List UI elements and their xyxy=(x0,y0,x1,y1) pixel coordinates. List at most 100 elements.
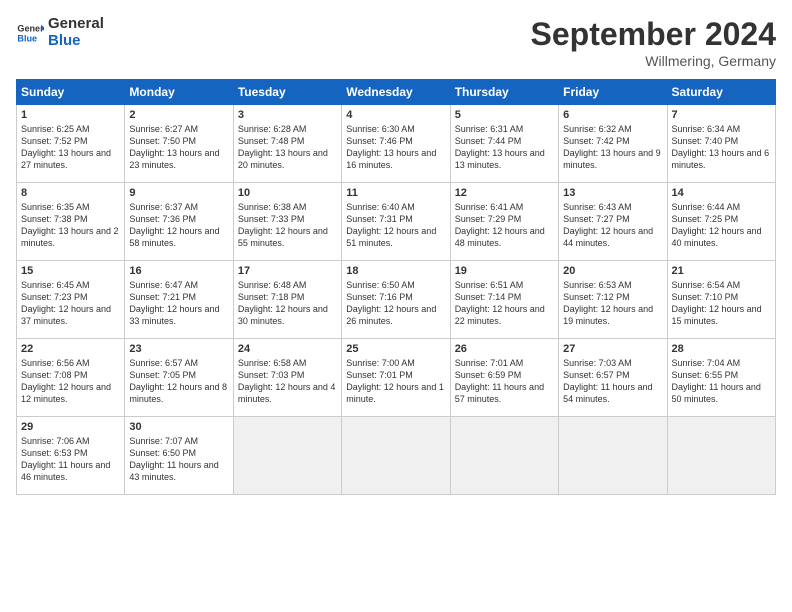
table-row: 16Sunrise: 6:47 AMSunset: 7:21 PMDayligh… xyxy=(125,261,233,339)
table-row: 27Sunrise: 7:03 AMSunset: 6:57 PMDayligh… xyxy=(559,339,667,417)
logo-blue: Blue xyxy=(48,33,104,50)
table-row: 26 Sunrise: 7:01 AMSunset: 6:59 PMDayligh… xyxy=(450,339,558,417)
col-thursday: Thursday xyxy=(450,80,558,105)
day-number: 27 xyxy=(563,343,662,355)
calendar-row: 1 Sunrise: 6:25 AMSunset: 7:52 PMDaylight… xyxy=(17,105,776,183)
calendar-row: 22 Sunrise: 6:56 AMSunset: 7:08 PMDayligh… xyxy=(17,339,776,417)
calendar-row: 8 Sunrise: 6:35 AMSunset: 7:38 PMDaylight… xyxy=(17,183,776,261)
cell-content: Sunrise: 6:41 AMSunset: 7:29 PMDaylight:… xyxy=(455,202,545,248)
day-number: 19 xyxy=(455,265,554,277)
table-row: 2 Sunrise: 6:27 AMSunset: 7:50 PMDaylight… xyxy=(125,105,233,183)
month-title: September 2024 xyxy=(531,16,776,53)
col-friday: Friday xyxy=(559,80,667,105)
table-row xyxy=(559,417,667,495)
table-row: 9Sunrise: 6:37 AMSunset: 7:36 PMDaylight… xyxy=(125,183,233,261)
day-number: 1 xyxy=(21,109,120,121)
svg-text:Blue: Blue xyxy=(17,33,37,43)
day-number: 18 xyxy=(346,265,445,277)
table-row xyxy=(450,417,558,495)
day-number: 2 xyxy=(129,109,228,121)
day-number: 14 xyxy=(672,187,771,199)
logo-general: General xyxy=(48,16,104,33)
table-row: 25 Sunrise: 7:00 AMSunset: 7:01 PMDayligh… xyxy=(342,339,450,417)
day-number: 7 xyxy=(672,109,771,121)
table-row: 14 Sunrise: 6:44 AMSunset: 7:25 PMDayligh… xyxy=(667,183,775,261)
table-row: 3Sunrise: 6:28 AMSunset: 7:48 PMDaylight… xyxy=(233,105,341,183)
cell-content: Sunrise: 7:06 AMSunset: 6:53 PMDaylight:… xyxy=(21,436,110,482)
logo: General Blue General Blue xyxy=(16,16,104,49)
cell-content: Sunrise: 6:45 AMSunset: 7:23 PMDaylight:… xyxy=(21,280,111,326)
cell-content: Sunrise: 6:25 AMSunset: 7:52 PMDaylight:… xyxy=(21,124,111,170)
day-number: 6 xyxy=(563,109,662,121)
day-number: 26 xyxy=(455,343,554,355)
day-number: 25 xyxy=(346,343,445,355)
cell-content: Sunrise: 6:35 AMSunset: 7:38 PMDaylight:… xyxy=(21,202,119,248)
table-row: 19 Sunrise: 6:51 AMSunset: 7:14 PMDayligh… xyxy=(450,261,558,339)
cell-content: Sunrise: 6:54 AMSunset: 7:10 PMDaylight:… xyxy=(672,280,762,326)
table-row: 30Sunrise: 7:07 AMSunset: 6:50 PMDayligh… xyxy=(125,417,233,495)
table-row: 24 Sunrise: 6:58 AMSunset: 7:03 PMDayligh… xyxy=(233,339,341,417)
subtitle: Willmering, Germany xyxy=(531,53,776,69)
table-row: 17Sunrise: 6:48 AMSunset: 7:18 PMDayligh… xyxy=(233,261,341,339)
table-row: 7 Sunrise: 6:34 AMSunset: 7:40 PMDaylight… xyxy=(667,105,775,183)
cell-content: Sunrise: 6:40 AMSunset: 7:31 PMDaylight:… xyxy=(346,202,436,248)
cell-content: Sunrise: 6:34 AMSunset: 7:40 PMDaylight:… xyxy=(672,124,770,170)
table-row: 10Sunrise: 6:38 AMSunset: 7:33 PMDayligh… xyxy=(233,183,341,261)
day-number: 29 xyxy=(21,421,120,433)
svg-text:General: General xyxy=(17,23,44,33)
table-row: 15 Sunrise: 6:45 AMSunset: 7:23 PMDayligh… xyxy=(17,261,125,339)
cell-content: Sunrise: 7:01 AMSunset: 6:59 PMDaylight:… xyxy=(455,358,544,404)
col-wednesday: Wednesday xyxy=(342,80,450,105)
day-number: 16 xyxy=(129,265,228,277)
cell-content: Sunrise: 7:00 AMSunset: 7:01 PMDaylight:… xyxy=(346,358,444,404)
col-sunday: Sunday xyxy=(17,80,125,105)
day-number: 11 xyxy=(346,187,445,199)
calendar-row: 15 Sunrise: 6:45 AMSunset: 7:23 PMDayligh… xyxy=(17,261,776,339)
table-row: 13Sunrise: 6:43 AMSunset: 7:27 PMDayligh… xyxy=(559,183,667,261)
calendar-table: Sunday Monday Tuesday Wednesday Thursday… xyxy=(16,79,776,495)
table-row: 5 Sunrise: 6:31 AMSunset: 7:44 PMDaylight… xyxy=(450,105,558,183)
day-number: 5 xyxy=(455,109,554,121)
day-number: 8 xyxy=(21,187,120,199)
col-saturday: Saturday xyxy=(667,80,775,105)
day-number: 15 xyxy=(21,265,120,277)
day-number: 12 xyxy=(455,187,554,199)
cell-content: Sunrise: 6:27 AMSunset: 7:50 PMDaylight:… xyxy=(129,124,219,170)
cell-content: Sunrise: 7:04 AMSunset: 6:55 PMDaylight:… xyxy=(672,358,761,404)
logo-icon: General Blue xyxy=(16,19,44,47)
cell-content: Sunrise: 6:51 AMSunset: 7:14 PMDaylight:… xyxy=(455,280,545,326)
cell-content: Sunrise: 6:58 AMSunset: 7:03 PMDaylight:… xyxy=(238,358,336,404)
day-number: 13 xyxy=(563,187,662,199)
table-row: 11 Sunrise: 6:40 AMSunset: 7:31 PMDayligh… xyxy=(342,183,450,261)
col-monday: Monday xyxy=(125,80,233,105)
table-row: 6 Sunrise: 6:32 AMSunset: 7:42 PMDaylight… xyxy=(559,105,667,183)
calendar-row: 29 Sunrise: 7:06 AMSunset: 6:53 PMDayligh… xyxy=(17,417,776,495)
day-number: 22 xyxy=(21,343,120,355)
table-row: 29 Sunrise: 7:06 AMSunset: 6:53 PMDayligh… xyxy=(17,417,125,495)
table-row: 28 Sunrise: 7:04 AMSunset: 6:55 PMDayligh… xyxy=(667,339,775,417)
header-row: Sunday Monday Tuesday Wednesday Thursday… xyxy=(17,80,776,105)
day-number: 24 xyxy=(238,343,337,355)
table-row: 23Sunrise: 6:57 AMSunset: 7:05 PMDayligh… xyxy=(125,339,233,417)
cell-content: Sunrise: 6:31 AMSunset: 7:44 PMDaylight:… xyxy=(455,124,545,170)
table-row: 21 Sunrise: 6:54 AMSunset: 7:10 PMDayligh… xyxy=(667,261,775,339)
cell-content: Sunrise: 7:07 AMSunset: 6:50 PMDaylight:… xyxy=(129,436,218,482)
cell-content: Sunrise: 6:30 AMSunset: 7:46 PMDaylight:… xyxy=(346,124,436,170)
table-row: 12 Sunrise: 6:41 AMSunset: 7:29 PMDayligh… xyxy=(450,183,558,261)
table-row xyxy=(233,417,341,495)
day-number: 28 xyxy=(672,343,771,355)
col-tuesday: Tuesday xyxy=(233,80,341,105)
table-row: 20 Sunrise: 6:53 AMSunset: 7:12 PMDayligh… xyxy=(559,261,667,339)
title-block: September 2024 Willmering, Germany xyxy=(531,16,776,69)
day-number: 21 xyxy=(672,265,771,277)
cell-content: Sunrise: 6:44 AMSunset: 7:25 PMDaylight:… xyxy=(672,202,762,248)
day-number: 17 xyxy=(238,265,337,277)
cell-content: Sunrise: 6:57 AMSunset: 7:05 PMDaylight:… xyxy=(129,358,227,404)
cell-content: Sunrise: 6:56 AMSunset: 7:08 PMDaylight:… xyxy=(21,358,111,404)
cell-content: Sunrise: 6:53 AMSunset: 7:12 PMDaylight:… xyxy=(563,280,653,326)
cell-content: Sunrise: 6:32 AMSunset: 7:42 PMDaylight:… xyxy=(563,124,661,170)
table-row: 4Sunrise: 6:30 AMSunset: 7:46 PMDaylight… xyxy=(342,105,450,183)
table-row: 8 Sunrise: 6:35 AMSunset: 7:38 PMDaylight… xyxy=(17,183,125,261)
day-number: 3 xyxy=(238,109,337,121)
day-number: 20 xyxy=(563,265,662,277)
